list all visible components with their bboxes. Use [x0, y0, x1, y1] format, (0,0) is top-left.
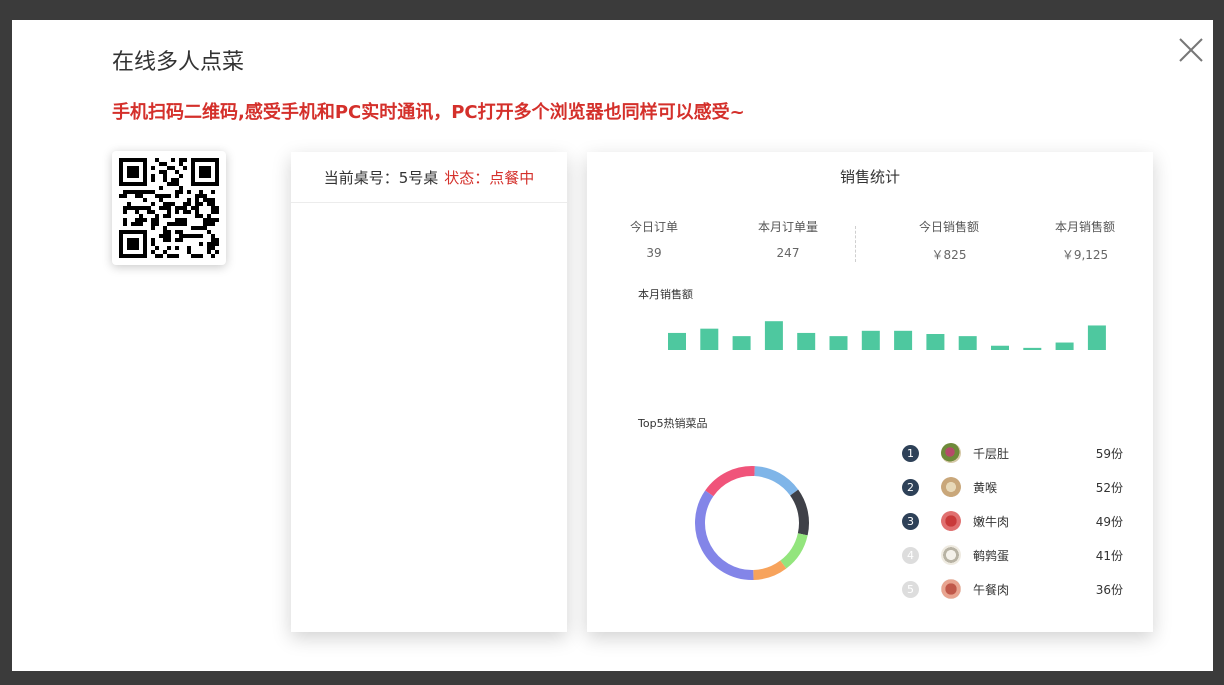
list-item: 2 黄喉 52份	[899, 470, 1129, 504]
sales-stats-panel: 销售统计 今日订单 39 本月订单量 247 今日销售额 ￥825 本月销售额 …	[587, 152, 1153, 632]
dish-avatar	[941, 477, 961, 497]
kpi-label: 本月销售额	[1054, 220, 1115, 234]
donut-slice-千层肚	[705, 466, 755, 497]
top5-donut-chart	[695, 466, 809, 580]
dish-count: 49份	[1095, 514, 1123, 529]
bar-14	[1087, 325, 1106, 350]
qr-code-icon	[119, 158, 219, 258]
kpi-today-sales: 今日销售额 ￥825	[889, 218, 1009, 263]
bar-2	[700, 328, 719, 350]
list-item: 3 嫩牛肉 49份	[899, 504, 1129, 538]
dish-name: 黄喉	[973, 480, 998, 495]
qr-code	[112, 151, 226, 265]
bar-12	[1023, 347, 1042, 350]
bar-11	[991, 345, 1009, 350]
rank-badge: 5	[902, 580, 919, 598]
bar-10	[958, 336, 977, 350]
kpi-value: 39	[646, 246, 662, 260]
donut-slice-其他	[695, 490, 754, 580]
dish-avatar	[941, 443, 961, 463]
bar-9	[926, 334, 945, 350]
list-item: 5 午餐肉 36份	[899, 572, 1129, 606]
top5-label: Top5热销菜品	[638, 417, 708, 430]
dish-count: 41份	[1095, 548, 1123, 563]
kpi-month-sales: 本月销售额 ￥9,125	[1025, 218, 1145, 263]
bar-6	[829, 336, 848, 350]
monthly-sales-label: 本月销售额	[638, 288, 693, 301]
order-panel-header: 当前桌号：5号桌 状态：点餐中	[291, 152, 567, 203]
kpi-today-orders: 今日订单 39	[594, 218, 714, 260]
dish-avatar	[941, 511, 961, 531]
dish-name: 鹌鹑蛋	[973, 548, 1010, 563]
donut-slice-午餐肉	[753, 560, 787, 580]
bar-13	[1055, 342, 1074, 350]
bar-7	[861, 330, 880, 350]
kpi-value: 247	[776, 246, 800, 260]
bar-5	[797, 332, 816, 350]
dish-avatar	[941, 579, 961, 599]
top5-list: 1 千层肚 59份 2 黄喉 52份 3 嫩牛肉 49份 4 鹌鹑蛋 41份 5…	[899, 436, 1129, 606]
dish-avatar	[941, 545, 961, 565]
stats-title: 销售统计	[839, 168, 900, 186]
bar-8	[894, 330, 913, 350]
donut-slice-黄喉	[754, 466, 799, 496]
kpi-value: ￥825	[931, 248, 967, 262]
monthly-sales-bar-chart	[668, 321, 1106, 350]
dish-count: 36份	[1095, 582, 1123, 597]
rank-badge: 2	[902, 478, 919, 496]
dish-count: 59份	[1095, 446, 1123, 461]
modal-dialog: 在线多人点菜 手机扫码二维码,感受手机和PC实时通讯，PC打开多个浏览器也同样可…	[12, 20, 1213, 671]
donut-slice-嫩牛肉	[789, 489, 809, 536]
modal-subtitle: 手机扫码二维码,感受手机和PC实时通讯，PC打开多个浏览器也同样可以感受~	[112, 102, 745, 123]
kpi-label: 今日订单	[629, 220, 678, 234]
rank-badge: 1	[902, 444, 919, 462]
dish-name: 嫩牛肉	[973, 514, 1010, 529]
kpi-value: ￥9,125	[1061, 248, 1109, 262]
rank-badge: 4	[902, 546, 919, 564]
bar-3	[732, 336, 751, 350]
kpi-label: 今日销售额	[918, 220, 979, 234]
bar-1	[668, 332, 686, 350]
rank-badge: 3	[902, 512, 919, 530]
close-icon[interactable]	[1178, 37, 1204, 63]
kpi-divider	[855, 226, 856, 262]
list-item: 4 鹌鹑蛋 41份	[899, 538, 1129, 572]
bar-4	[764, 321, 783, 350]
table-number: 当前桌号：5号桌	[323, 168, 439, 187]
kpi-label: 本月订单量	[757, 220, 818, 234]
donut-slice-鹌鹑蛋	[780, 532, 808, 569]
order-status: 状态：点餐中	[444, 168, 535, 187]
kpi-month-orders: 本月订单量 247	[728, 218, 848, 260]
dish-name: 午餐肉	[973, 582, 1010, 597]
list-item: 1 千层肚 59份	[899, 436, 1129, 470]
dish-name: 千层肚	[973, 446, 1010, 461]
modal-title: 在线多人点菜	[112, 50, 245, 75]
dish-count: 52份	[1095, 480, 1123, 495]
order-panel: 当前桌号：5号桌 状态：点餐中	[291, 152, 567, 632]
